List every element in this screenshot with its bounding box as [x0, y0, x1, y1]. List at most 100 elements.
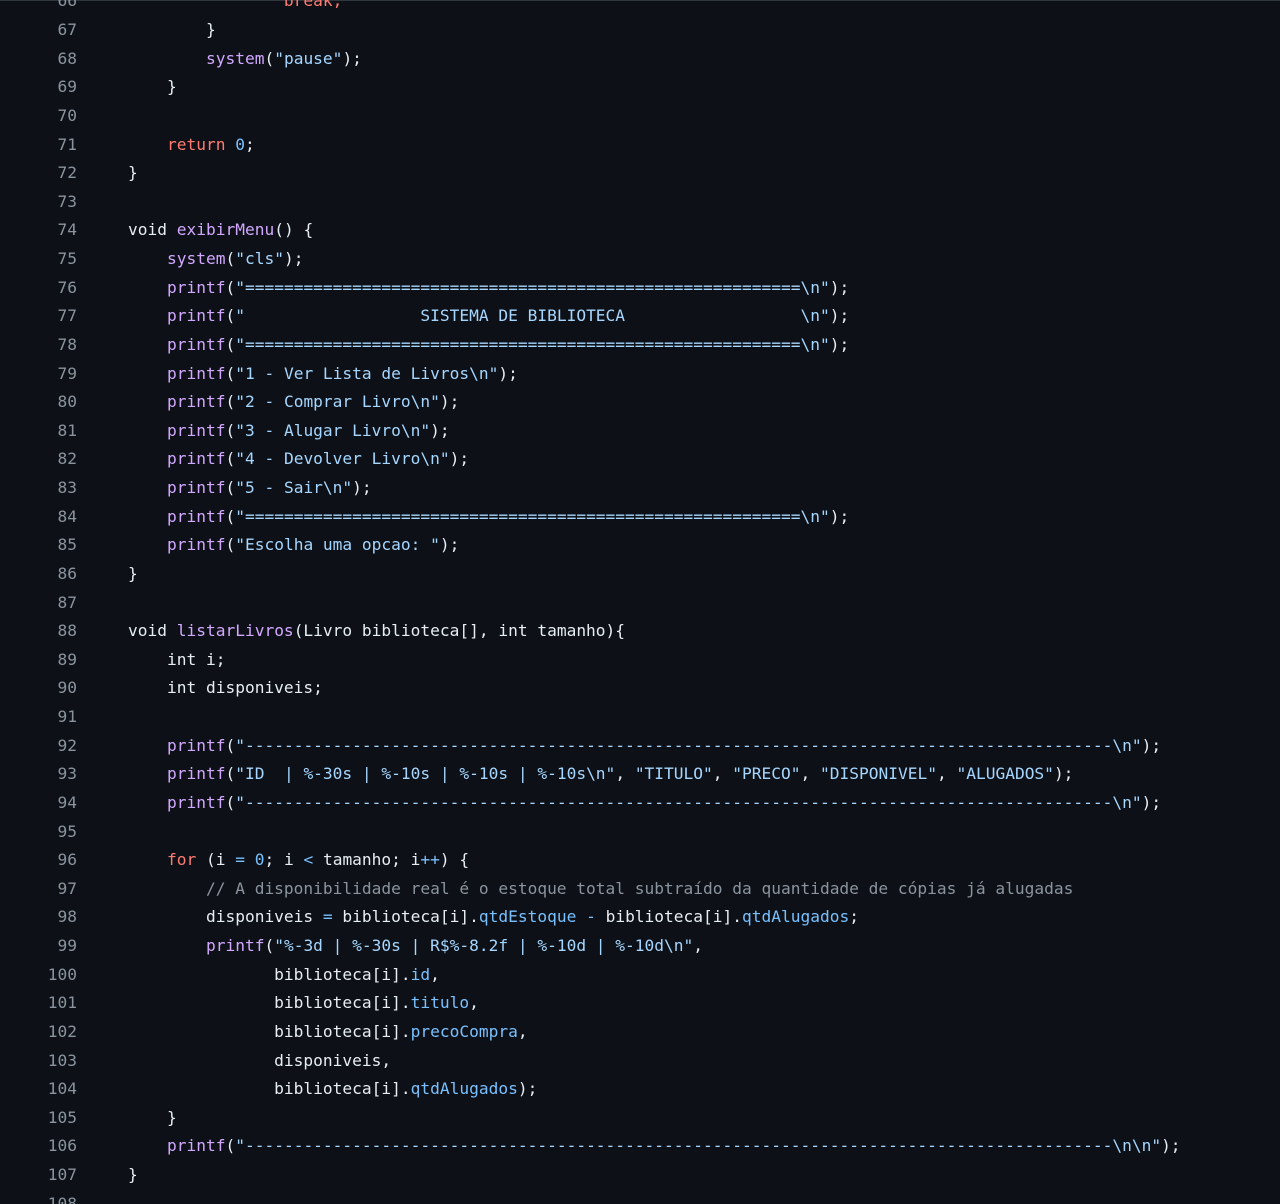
line-number[interactable]: 81	[0, 417, 78, 446]
code-token: );	[352, 478, 372, 498]
line-number[interactable]: 88	[0, 617, 78, 646]
code-token: printf	[166, 535, 226, 555]
code-token: ;	[849, 907, 859, 927]
code-token: "PRECO"	[732, 764, 801, 784]
line-number[interactable]: 67	[0, 16, 78, 45]
line-number[interactable]: 84	[0, 503, 78, 532]
code-token: =	[235, 850, 245, 870]
code-token: biblioteca[i].	[128, 993, 411, 1013]
line-code: }	[128, 1161, 138, 1190]
line-code: }	[128, 560, 138, 589]
code-token: (	[225, 277, 236, 297]
line-number[interactable]: 77	[0, 302, 78, 331]
code-token: printf	[166, 764, 226, 784]
line-number[interactable]: 66	[0, 0, 78, 16]
line-number[interactable]: 69	[0, 73, 78, 102]
line-number[interactable]: 93	[0, 760, 78, 789]
code-token: -	[586, 907, 596, 927]
code-token: "---------------------------------------…	[235, 735, 1142, 755]
line-code: printf("2 - Comprar Livro\n");	[128, 388, 459, 417]
line-number[interactable]: 100	[0, 961, 77, 990]
code-token: ) {	[439, 850, 470, 870]
code-token: );	[1141, 792, 1162, 812]
line-number[interactable]: 108	[0, 1190, 77, 1204]
line-number[interactable]: 94	[0, 789, 78, 818]
line-number[interactable]: 73	[0, 188, 78, 217]
line-number[interactable]: 89	[0, 646, 78, 675]
code-token: int disponiveis;	[128, 678, 323, 698]
line-number[interactable]: 96	[0, 846, 78, 875]
line-code: biblioteca[i].id,	[128, 961, 440, 990]
code-token: void	[128, 220, 167, 240]
line-number[interactable]: 92	[0, 732, 78, 761]
line-code: printf("--------------------------------…	[128, 789, 1161, 818]
line-number[interactable]: 82	[0, 445, 78, 474]
line-number[interactable]: 95	[0, 818, 78, 847]
line-number[interactable]: 72	[0, 159, 78, 188]
line-number[interactable]: 79	[0, 360, 78, 389]
code-token: );	[283, 249, 304, 269]
line-code: void exibirMenu() {	[128, 216, 313, 245]
line-number[interactable]: 90	[0, 674, 78, 703]
line-number[interactable]: 105	[0, 1104, 77, 1133]
code-token: ,	[517, 1021, 528, 1041]
code-token: void	[128, 621, 167, 641]
line-number[interactable]: 74	[0, 216, 78, 245]
code-token: listarLivros	[176, 621, 294, 641]
line-number[interactable]: 68	[0, 45, 78, 74]
line-code: void listarLivros(Livro biblioteca[], in…	[128, 617, 625, 646]
code-token: printf	[166, 420, 226, 440]
code-token: () {	[274, 220, 314, 240]
line-number[interactable]: 71	[0, 131, 78, 160]
code-token: printf	[205, 936, 265, 956]
line-number[interactable]: 103	[0, 1047, 77, 1076]
code-token: );	[1141, 735, 1162, 755]
line-number[interactable]: 98	[0, 903, 78, 932]
code-token: qtdAlugados	[410, 1079, 518, 1099]
line-code: printf("Escolha uma opcao: ");	[128, 531, 459, 560]
code-viewer: 66 break; 67 } 68 system("pause"); 69 } 70 71…	[0, 0, 1280, 1204]
code-token: "4 - Devolver Livro\n"	[235, 449, 450, 469]
line-number[interactable]: 80	[0, 388, 78, 417]
line-number[interactable]: 87	[0, 589, 78, 618]
code-token: );	[498, 363, 518, 383]
code-token: );	[439, 535, 460, 555]
code-token: ; i	[264, 850, 304, 870]
line-number[interactable]: 91	[0, 703, 78, 732]
code-token: int i;	[128, 649, 226, 669]
code-token: (	[225, 334, 236, 354]
code-token: biblioteca[i].	[332, 907, 479, 927]
line-number[interactable]: 86	[0, 560, 78, 589]
line-number[interactable]: 78	[0, 331, 78, 360]
line-code: printf("4 - Devolver Livro\n");	[128, 445, 469, 474]
line-number[interactable]: 107	[0, 1161, 77, 1190]
code-token: disponiveis,	[128, 1050, 392, 1070]
line-number[interactable]: 70	[0, 102, 78, 131]
line-number[interactable]: 101	[0, 989, 77, 1018]
code-token: "3 - Alugar Livro\n"	[235, 420, 431, 440]
code-token: 0	[254, 850, 265, 870]
line-number[interactable]: 97	[0, 875, 78, 904]
line-number[interactable]: 75	[0, 245, 78, 274]
code-token: }	[128, 163, 138, 183]
line-number[interactable]: 85	[0, 531, 78, 560]
line-number[interactable]: 76	[0, 274, 78, 303]
line-number[interactable]: 83	[0, 474, 78, 503]
line-code: printf("%-3d | %-30s | R$%-8.2f | %-10d …	[128, 932, 703, 961]
code-token: );	[517, 1079, 538, 1099]
code-token: );	[1161, 1136, 1181, 1156]
code-token: );	[342, 48, 362, 68]
line-number[interactable]: 102	[0, 1018, 77, 1047]
line-number[interactable]: 99	[0, 932, 78, 961]
code-token: );	[1053, 764, 1074, 784]
code-token: precoCompra	[410, 1021, 518, 1041]
line-number[interactable]: 104	[0, 1075, 77, 1104]
line-number[interactable]: 106	[0, 1132, 77, 1161]
